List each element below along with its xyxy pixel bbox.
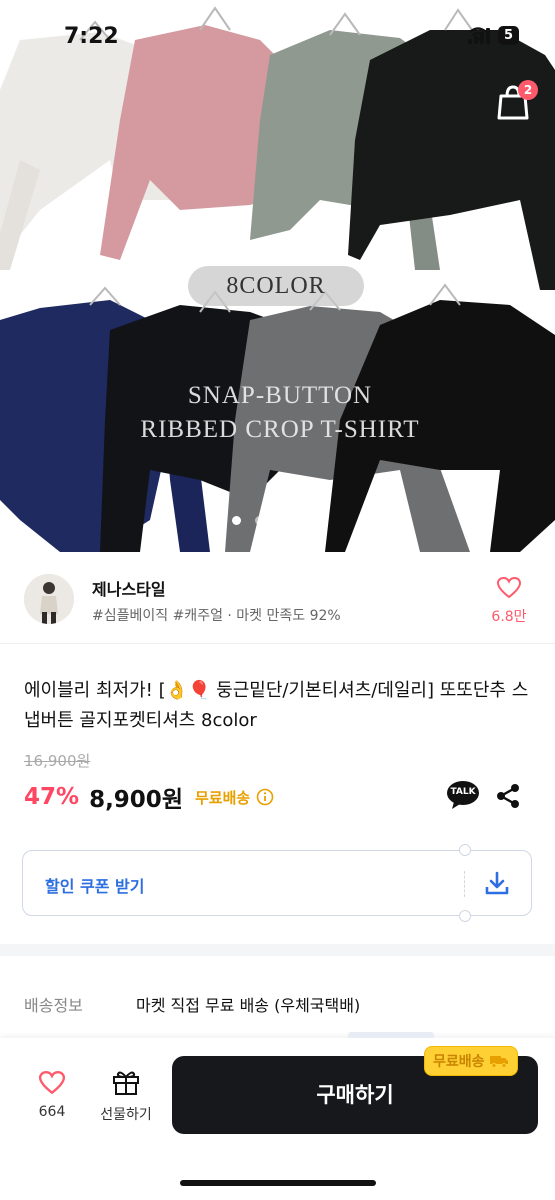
avatar-photo xyxy=(24,574,74,624)
product-image-carousel[interactable]: 7:22 5 2 8COLOR SNAP-BUTTON RIBBED CROP … xyxy=(0,0,555,556)
carousel-indicator xyxy=(232,516,310,525)
store-avatar[interactable] xyxy=(24,574,74,624)
carousel-dot xyxy=(278,516,287,525)
overlay-title-line1: SNAP-BUTTON xyxy=(187,382,373,409)
carousel-dot xyxy=(255,516,264,525)
kakaotalk-share-button[interactable]: TALK xyxy=(446,780,480,810)
carousel-dot xyxy=(232,516,241,525)
price-row: 47% 8,900원 무료배송 xyxy=(24,780,274,814)
store-like-button[interactable]: 6.8만 xyxy=(487,576,531,626)
tooltip-edge xyxy=(348,1032,434,1038)
status-bar: 7:22 5 xyxy=(0,0,555,70)
shipping-label: 배송정보 xyxy=(24,996,83,1015)
heart-icon xyxy=(496,576,522,599)
cart-count-badge: 2 xyxy=(518,80,538,100)
ticket-notch xyxy=(459,910,471,922)
store-row[interactable]: 제나스타일 #심플베이직 #캐주얼 · 마켓 만족도 92% 6.8만 xyxy=(0,556,555,644)
shipping-info-row: 배송정보 마켓 직접 무료 배송 (우체국택배) xyxy=(0,980,555,1020)
free-shipping-badge: 무료배송 xyxy=(424,1046,518,1076)
like-button[interactable]: 664 xyxy=(24,1070,80,1120)
heart-icon xyxy=(38,1071,66,1095)
like-count: 664 xyxy=(38,1104,66,1120)
wifi-icon xyxy=(469,27,487,41)
home-indicator xyxy=(180,1180,376,1186)
info-icon[interactable] xyxy=(256,788,274,806)
coupon-label: 할인 쿠폰 받기 xyxy=(45,877,145,896)
store-name[interactable]: 제나스타일 xyxy=(92,576,166,600)
share-icon[interactable] xyxy=(494,782,522,810)
original-price: 16,900원 xyxy=(24,752,91,770)
sale-price: 8,900원 xyxy=(89,787,183,813)
status-icons: 5 xyxy=(467,26,519,45)
free-shipping-label: 무료배송 xyxy=(194,788,251,807)
coupon-download-button[interactable]: 할인 쿠폰 받기 xyxy=(22,844,532,922)
ticket-notch xyxy=(459,844,471,856)
cart-button[interactable]: 2 xyxy=(494,80,538,122)
product-title: 에이블리 최저가! [👌🎈 둥근밑단/기본티셔츠/데일리] 또또단추 스냅버튼 … xyxy=(24,680,529,731)
gift-label: 선물하기 xyxy=(100,1107,152,1123)
gift-button[interactable]: 선물하기 xyxy=(92,1068,160,1124)
truck-icon xyxy=(489,1056,508,1068)
store-tags: #심플베이직 #캐주얼 · 마켓 만족도 92% xyxy=(92,608,341,624)
search-icon[interactable] xyxy=(0,0,38,40)
store-like-count: 6.8만 xyxy=(491,609,527,625)
coupon-divider xyxy=(464,871,465,897)
free-shipping-badge-label: 무료배송 xyxy=(433,1054,485,1070)
talk-label: TALK xyxy=(450,787,476,797)
download-icon xyxy=(485,871,509,895)
bottom-action-bar: 664 선물하기 구매하기 무료배송 xyxy=(0,1032,555,1200)
overlay-title-line2: RIBBED CROP T-SHIRT xyxy=(140,416,420,443)
gift-icon xyxy=(113,1071,139,1095)
carousel-dot xyxy=(301,516,310,525)
color-count-label: 8COLOR xyxy=(188,266,364,306)
status-time: 7:22 xyxy=(64,24,119,49)
section-divider xyxy=(0,944,555,956)
shipping-value: 마켓 직접 무료 배송 (우체국택배) xyxy=(136,996,361,1015)
battery-indicator: 5 xyxy=(497,26,519,45)
discount-rate: 47% xyxy=(24,784,80,810)
